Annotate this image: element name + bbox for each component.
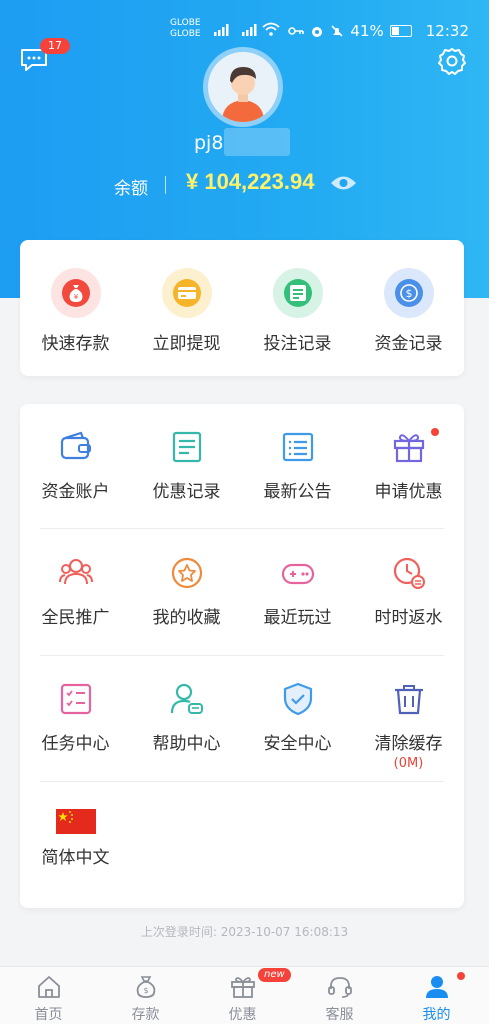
signal-icon [242, 24, 257, 36]
alarm-icon [312, 27, 323, 37]
row-divider [40, 655, 444, 656]
shield-icon [283, 682, 312, 716]
announcement-item[interactable]: 最新公告 [242, 430, 353, 502]
menu-grid-card: 资金账户 优惠记录 最新公告 申请优惠 全民推广 我的收藏 最近玩过 时时返水 … [20, 404, 464, 908]
notification-dot [431, 428, 439, 436]
apply-promo-item[interactable]: 申请优惠 [353, 430, 464, 502]
svg-text:$: $ [143, 986, 148, 995]
balance-divider [165, 176, 166, 194]
status-bar: GLOBE GLOBE 41% 12:32 [170, 18, 469, 46]
row-divider [40, 528, 444, 529]
tab-customer-service[interactable]: 客服 [291, 967, 388, 1024]
list-icon [272, 268, 323, 318]
status-time: 12:32 [425, 22, 469, 40]
users-icon [58, 559, 93, 585]
gear-icon[interactable] [438, 47, 466, 75]
carrier-label: GLOBE GLOBE [170, 18, 201, 39]
clock-icon [393, 557, 425, 589]
balance-value: ¥ 104,223.94 [186, 169, 315, 194]
home-icon [37, 976, 60, 998]
money-bag-icon: $ [136, 976, 155, 998]
withdraw-button[interactable]: 立即提现 [131, 268, 242, 354]
tab-profile[interactable]: 我的 [388, 967, 485, 1024]
fund-record-button[interactable]: $ 资金记录 [353, 268, 464, 354]
star-icon [171, 557, 202, 589]
help-center-item[interactable]: 帮助中心 [131, 682, 242, 754]
signal-icon [214, 24, 229, 36]
language-item[interactable]: 简体中文 [20, 809, 131, 868]
wallet-icon [60, 431, 91, 460]
task-center-item[interactable]: 任务中心 [20, 682, 131, 754]
help-user-icon [170, 683, 203, 714]
row-divider [40, 781, 444, 782]
user-icon [425, 976, 448, 998]
svg-text:$: $ [405, 287, 412, 300]
task-icon [60, 683, 91, 715]
battery-percent: 41% [350, 22, 384, 40]
fund-account-item[interactable]: 资金账户 [20, 430, 131, 502]
username: pj8 [194, 132, 224, 154]
tab-home[interactable]: 首页 [0, 967, 97, 1024]
document-icon [172, 431, 201, 463]
balance-label: 余额 [114, 179, 148, 199]
quick-deposit-button[interactable]: ¥ 快速存款 [20, 268, 131, 354]
announcement-icon [282, 432, 313, 462]
money-bag-icon: ¥ [50, 268, 101, 318]
favorites-item[interactable]: 我的收藏 [131, 556, 242, 628]
notification-dot [457, 972, 465, 980]
username-masked [224, 128, 290, 156]
tab-deposit[interactable]: $ 存款 [97, 967, 194, 1024]
card-icon [161, 268, 212, 318]
mute-icon [331, 25, 343, 37]
gamepad-icon [281, 563, 314, 585]
promotion-item[interactable]: 全民推广 [20, 556, 131, 628]
promo-record-item[interactable]: 优惠记录 [131, 430, 242, 502]
battery-icon [389, 25, 412, 37]
china-flag-icon [55, 809, 96, 834]
avatar[interactable] [203, 47, 283, 127]
clear-cache-item[interactable]: 清除缓存 (0M) [353, 682, 464, 771]
quick-actions-card: ¥ 快速存款 立即提现 投注记录 $ 资金记录 [20, 240, 464, 376]
eye-icon[interactable] [330, 174, 357, 192]
trash-icon [394, 685, 423, 715]
security-center-item[interactable]: 安全中心 [242, 682, 353, 754]
key-icon [288, 27, 305, 35]
bet-record-button[interactable]: 投注记录 [242, 268, 353, 354]
wifi-icon [262, 22, 280, 36]
svg-text:¥: ¥ [73, 293, 78, 301]
rebate-item[interactable]: 时时返水 [353, 556, 464, 628]
gift-icon [393, 434, 424, 463]
recent-played-item[interactable]: 最近玩过 [242, 556, 353, 628]
last-login-time: 上次登录时间: 2023-10-07 16:08:13 [140, 925, 349, 939]
avatar-image [208, 52, 278, 122]
headset-icon [327, 977, 352, 998]
gift-icon [230, 977, 255, 998]
message-count-badge: 17 [40, 38, 70, 54]
bottom-tab-bar: 首页 $ 存款 优惠 客服 我的 [0, 966, 489, 1024]
new-badge: new [258, 968, 291, 982]
dollar-coin-icon: $ [383, 268, 434, 318]
cache-size: (0M) [393, 756, 424, 771]
